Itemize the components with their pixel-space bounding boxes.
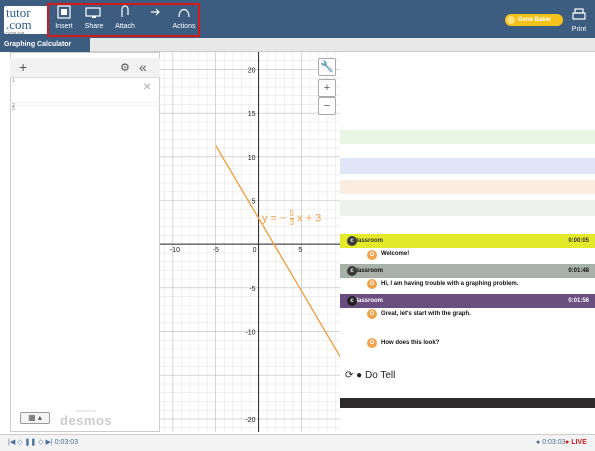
sender-badge: c [347, 296, 357, 306]
y-tick-label: -20 [245, 417, 255, 424]
chat-message-text: Great, let's start with the graph. [381, 311, 471, 317]
chat-message-text: How does this look? [381, 340, 440, 346]
zoom-out-button[interactable]: − [318, 97, 336, 115]
expression-row[interactable]: 3 [10, 106, 160, 126]
user-chip[interactable]: Gene Baker [505, 14, 563, 26]
sender-badge: c [347, 266, 357, 276]
x-tick-label: 5 [298, 247, 302, 254]
equation-label: y = − 5 3 x + 3 [262, 209, 322, 227]
chat-message-text: Welcome! [381, 251, 410, 257]
y-tick-label: -5 [249, 286, 255, 293]
tutor-badge: G [367, 250, 377, 260]
playback-controls[interactable]: |◀ ◇ ❚❚ ◇ ▶| 0:03:03 [8, 439, 78, 446]
x-tick-label: 0 [253, 247, 257, 254]
chat-message-header: Classroom 0:00:05 [340, 234, 595, 248]
settings-icon[interactable]: ⚙ [120, 61, 130, 75]
tutor-badge: G [367, 338, 377, 348]
y-tick-label: 15 [248, 111, 256, 118]
print-icon [572, 8, 586, 20]
sender-badge: c [347, 236, 357, 246]
toolbar-highlight [47, 3, 200, 37]
tab-graphing-calculator[interactable]: Graphing Calculator [0, 38, 90, 52]
logo: tutor .com TUTOR.COM [4, 6, 48, 35]
add-expression-button[interactable]: + [19, 60, 27, 74]
chat-divider [340, 200, 595, 216]
zoom-in-button[interactable]: + [318, 79, 336, 97]
chat-input-bar[interactable] [340, 398, 595, 408]
collapse-panel-button[interactable]: « [139, 60, 147, 74]
x-tick-label: -5 [213, 247, 219, 254]
print-button[interactable]: Print [566, 6, 592, 36]
tutor-badge: G [367, 279, 377, 289]
y-tick-label: -10 [245, 330, 255, 337]
chat-message-text: Hi, I am having trouble with a graphing … [381, 281, 519, 287]
y-tick-label: 10 [248, 155, 256, 162]
typing-indicator: ⟳ ● Do Tell [345, 370, 396, 381]
x-tick-label: -10 [170, 247, 180, 254]
chat-message-header: Classroom 0:01:48 [340, 264, 595, 278]
series-layer [215, 145, 340, 358]
keyboard-toggle-button[interactable]: ▦ ▴ [20, 412, 50, 424]
chat-divider [340, 180, 595, 194]
chat-divider [340, 158, 595, 174]
y-tick-label: 20 [248, 67, 256, 74]
expression-toolbar [10, 58, 160, 78]
tutor-badge: G [367, 309, 377, 319]
graph-canvas[interactable]: -10 -5 0 5 20 15 10 5 -5 -10 -20 [160, 52, 340, 432]
equation-fraction: 5 3 [289, 209, 294, 227]
y-tick-label: 5 [252, 199, 256, 206]
series-line [215, 145, 340, 358]
playback-bar: |◀ ◇ ❚❚ ◇ ▶| 0:03:03 [0, 434, 595, 451]
elapsed-timer: ● 0:03:03 [536, 439, 566, 446]
chat-message-header: Classroom 0:01:56 [340, 294, 595, 308]
desmos-branding: powered by desmos [60, 408, 113, 428]
live-indicator: ● LIVE [565, 439, 587, 446]
avatar [507, 16, 515, 24]
wrench-button[interactable]: 🔧 [318, 58, 336, 76]
chat-divider [340, 130, 595, 144]
expression-row[interactable]: 1 [10, 78, 160, 103]
